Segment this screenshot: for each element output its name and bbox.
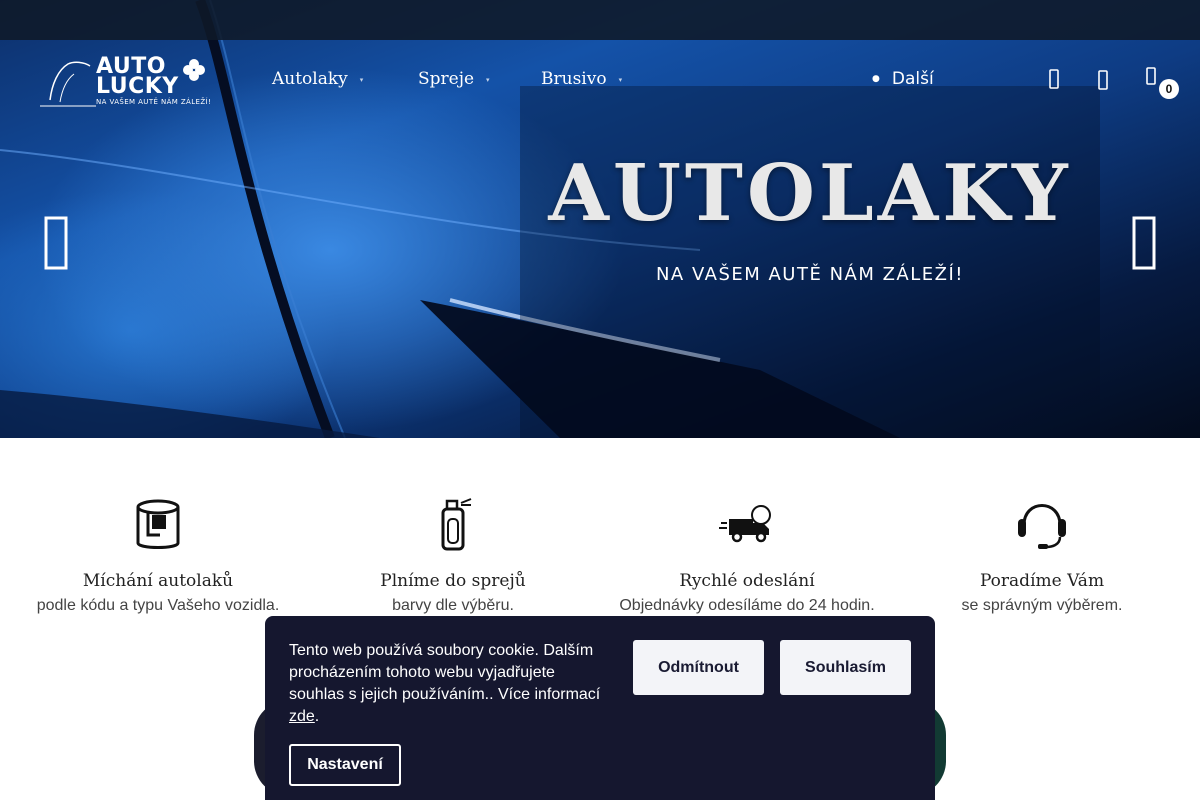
hero-overlay (520, 86, 1100, 438)
top-bar (0, 0, 1200, 40)
chevron-down-icon: ▾ (618, 75, 623, 84)
chevron-left-icon[interactable] (38, 200, 78, 280)
logo-tagline: NA VAŠEM AUTĚ NÁM ZÁLEŽÍ! (96, 98, 212, 106)
nav-more-label: Další (891, 69, 934, 89)
menu-more-icon: ● (872, 74, 880, 84)
nav-item-spreje[interactable]: Spreje ▾ (418, 69, 490, 89)
logo[interactable]: AUTO LUCKY NA VAŠEM AUTĚ NÁM ZÁLEŽÍ! (40, 52, 212, 108)
nav-label: Spreje (418, 69, 475, 89)
cart-count-badge: 0 (1159, 79, 1179, 99)
feature-advice: Poradíme Vám se správným výběrem. (892, 495, 1192, 615)
feature-mixing: Míchání autolaků podle kódu a typu Vašeh… (8, 495, 308, 615)
nav-item-more[interactable]: ● Další (872, 69, 934, 89)
feature-text: Objednávky odesíláme do 24 hodin. (619, 597, 875, 614)
headset-icon (1018, 504, 1066, 549)
feature-title: Rychlé odeslání (679, 571, 815, 591)
clover-icon (183, 59, 205, 81)
cookie-text: Tento web používá soubory cookie. Dalším… (289, 640, 609, 728)
feature-text: se správným výběrem. (961, 597, 1123, 614)
nav-item-brusivo[interactable]: Brusivo ▾ (541, 69, 622, 89)
spray-can-icon (441, 498, 472, 551)
cookie-settings-button[interactable]: Nastavení (289, 744, 401, 786)
chevron-down-icon: ▾ (359, 75, 364, 84)
delivery-truck-icon (719, 505, 771, 543)
nav-item-autolaky[interactable]: Autolaky ▾ (272, 69, 363, 89)
cart-icon[interactable] (1141, 66, 1161, 88)
feature-text: podle kódu a typu Vašeho vozidla. (36, 597, 280, 614)
feature-title: Plníme do sprejů (380, 571, 526, 591)
cookie-period: . (314, 708, 320, 725)
feature-fast-shipping: Rychlé odeslání Objednávky odesíláme do … (597, 495, 897, 615)
user-icon[interactable] (1093, 68, 1113, 90)
search-icon[interactable] (1044, 68, 1064, 90)
logo-car-icon (40, 61, 96, 107)
feature-text: barvy dle výběru. (392, 597, 514, 614)
chevron-down-icon: ▾ (486, 75, 490, 84)
accept-cookies-button[interactable]: Souhlasím (780, 640, 911, 695)
hero-subtitle: NA VAŠEM AUTĚ NÁM ZÁLEŽÍ! (655, 264, 965, 285)
logo-text-lucky: LUCKY (96, 74, 179, 99)
cookie-consent-bar: Tento web používá soubory cookie. Dalším… (265, 616, 935, 800)
feature-title: Poradíme Vám (979, 571, 1105, 591)
cookie-more-info-link[interactable]: zde (289, 708, 315, 725)
cookie-message: Tento web používá soubory cookie. Dalším… (289, 642, 601, 703)
paint-bucket-icon (136, 499, 180, 549)
nav-label: Brusivo (541, 69, 607, 89)
nav-label: Autolaky (272, 69, 348, 89)
feature-title: Míchání autolaků (82, 571, 234, 591)
reject-cookies-button[interactable]: Odmítnout (633, 640, 764, 695)
chevron-right-icon[interactable] (1126, 200, 1166, 280)
hero-title: AUTOLAKY (548, 148, 1072, 239)
feature-spray-fill: Plníme do sprejů barvy dle výběru. (303, 495, 603, 615)
